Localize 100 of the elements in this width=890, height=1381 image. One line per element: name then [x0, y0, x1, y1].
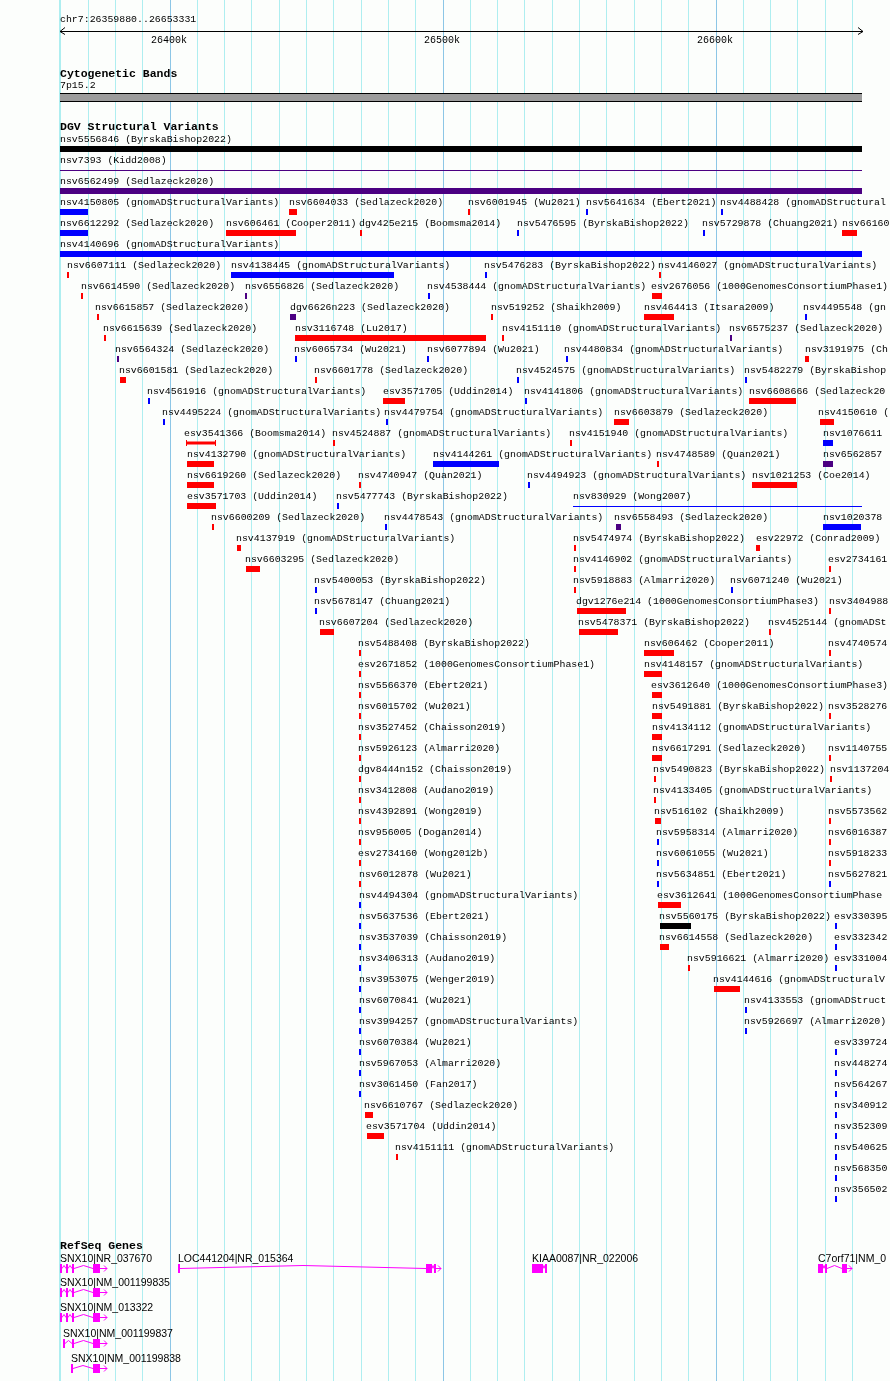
- variant-label: nsv6556826 (Sedlazeck2020): [245, 281, 400, 293]
- variant-label: esv2676056 (1000GenomesConsortiumPhase1): [651, 281, 889, 293]
- variant-label: nsv4132790 (gnomADStructuralVariants): [187, 449, 407, 461]
- variant-label: nsv4150610 (: [818, 407, 890, 419]
- variant-label: nsv4740947 (Quan2021): [358, 470, 483, 482]
- gene-model-drawing: [60, 1313, 108, 1322]
- variant-label: nsv340912: [834, 1100, 888, 1112]
- variant-label: nsv956005 (Dogan2014): [358, 827, 483, 839]
- variant-label: nsv4141806 (gnomADStructuralVariants): [524, 386, 744, 398]
- variant-label: nsv830929 (Wong2007): [573, 491, 692, 503]
- variant-label: nsv4138445 (gnomADStructuralVariants): [231, 260, 451, 272]
- variant-label: nsv4150805 (gnomADStructuralVariants): [60, 197, 280, 209]
- gene-model-drawing: [63, 1339, 108, 1348]
- variant-label: nsv6601778 (Sedlazeck2020): [314, 365, 469, 377]
- variant-label: nsv5916621 (Almarri2020): [687, 953, 830, 965]
- variant-label: nsv4137919 (gnomADStructuralVariants): [236, 533, 456, 545]
- variant-label: esv339724: [834, 1037, 888, 1049]
- variant-label: nsv464413 (Itsara2009): [644, 302, 775, 314]
- track-title: RefSeq Genes: [60, 1240, 143, 1252]
- variant-label: nsv3527452 (Chaisson2019): [358, 722, 507, 734]
- variant-label: nsv5637536 (Ebert2021): [359, 911, 490, 923]
- variant-label: nsv4478543 (gnomADStructuralVariants): [384, 512, 604, 524]
- variant-label: nsv5918233: [828, 848, 888, 860]
- variant-label: nsv6600209 (Sedlazeck2020): [211, 512, 366, 524]
- variant-label: dgv1276e214 (1000GenomesConsortiumPhase3): [576, 596, 819, 608]
- variant-label: dgv425e215 (Boomsma2014): [359, 218, 502, 230]
- variant-label: nsv4151111 (gnomADStructuralVariants): [395, 1142, 615, 1154]
- variant-label: nsv6614558 (Sedlazeck2020): [659, 932, 814, 944]
- variant-label: nsv4148157 (gnomADStructuralVariants): [644, 659, 864, 671]
- variant-label: nsv4479754 (gnomADStructuralVariants): [384, 407, 604, 419]
- variant-label: nsv5491881 (ByrskaBishop2022): [652, 701, 824, 713]
- variant-label: nsv4524575 (gnomADStructuralVariants): [516, 365, 736, 377]
- variant-label: nsv5729878 (Chuang2021): [702, 218, 839, 230]
- variant-label: nsv5967053 (Almarri2020): [359, 1058, 502, 1070]
- gene-model-drawing: [818, 1264, 853, 1273]
- variant-label: nsv519252 (Shaikh2009): [491, 302, 622, 314]
- variant-label: nsv3412808 (Audano2019): [358, 785, 495, 797]
- variant-label: nsv4525144 (gnomADSt: [768, 617, 887, 629]
- variant-label: nsv5566370 (Ebert2021): [358, 680, 489, 692]
- variant-label: nsv4144616 (gnomADStructuralV: [713, 974, 885, 986]
- variant-label: nsv6610767 (Sedlazeck2020): [364, 1100, 519, 1112]
- variant-label: nsv3061450 (Fan2017): [359, 1079, 478, 1091]
- variant-label: nsv4524887 (gnomADStructuralVariants): [332, 428, 552, 440]
- variant-label: nsv5478371 (ByrskaBishop2022): [578, 617, 750, 629]
- variant-label: nsv5474974 (ByrskaBishop2022): [573, 533, 745, 545]
- variant-label: esv3612640 (1000GenomesConsortiumPhase3): [651, 680, 889, 692]
- variant-label: nsv4494304 (gnomADStructuralVariants): [359, 890, 579, 902]
- variant-label: nsv448274: [834, 1058, 888, 1070]
- variant-label: nsv6615857 (Sedlazeck2020): [95, 302, 250, 314]
- variant-label: nsv6077894 (Wu2021): [427, 344, 540, 356]
- cytoband-label: 7p15.2: [60, 80, 96, 92]
- track-title: Cytogenetic Bands: [60, 68, 178, 80]
- variant-label: nsv606462 (Cooper2011): [644, 638, 775, 650]
- variant-label: nsv6614590 (Sedlazeck2020): [81, 281, 236, 293]
- variant-label: nsv5477743 (ByrskaBishop2022): [336, 491, 508, 503]
- variant-label: nsv1021253 (Coe2014): [752, 470, 871, 482]
- variant-label: esv2734161: [828, 554, 888, 566]
- tick-label: 26500k: [424, 35, 460, 46]
- variant-label: nsv6071240 (Wu2021): [730, 575, 843, 587]
- variant-label: nsv6607111 (Sedlazeck2020): [67, 260, 222, 272]
- variant-label: nsv6619260 (Sedlazeck2020): [187, 470, 342, 482]
- variant-label: nsv516102 (Shaikh2009): [654, 806, 785, 818]
- variant-label: nsv5634851 (Ebert2021): [656, 869, 787, 881]
- gene-label: SNX10|NM_001199835: [60, 1276, 170, 1288]
- variant-label: nsv568350: [834, 1163, 888, 1175]
- variant-label: nsv6562857: [823, 449, 883, 461]
- variant-label: nsv4146027 (gnomADStructuralVariants): [658, 260, 878, 272]
- variant-label: dgv8444n152 (Chaisson2019): [358, 764, 513, 776]
- tick-label: 26600k: [697, 35, 733, 46]
- track-title: DGV Structural Variants: [60, 121, 219, 133]
- gene-label: SNX10|NR_037670: [60, 1252, 153, 1264]
- variant-label: nsv6612292 (Sedlazeck2020): [60, 218, 215, 230]
- variant-label: nsv4495224 (gnomADStructuralVariants): [162, 407, 382, 419]
- variant-label: nsv564267: [834, 1079, 888, 1091]
- variant-label: nsv6061055 (Wu2021): [656, 848, 769, 860]
- variant-label: nsv5958314 (Almarri2020): [656, 827, 799, 839]
- variant-label: nsv3404988: [829, 596, 889, 608]
- gene-label: KIAA0087|NR_022006: [532, 1252, 639, 1264]
- variant-label: nsv352309: [834, 1121, 888, 1133]
- variant-label: esv330395: [834, 911, 888, 923]
- variant-label: nsv540625: [834, 1142, 888, 1154]
- variant-label: nsv4494923 (gnomADStructuralVariants): [527, 470, 747, 482]
- variant-label: nsv3191975 (Ch: [805, 344, 888, 356]
- location-label: chr7:26359880..26653331: [60, 14, 197, 26]
- variant-label: nsv6562499 (Sedlazeck2020): [60, 176, 215, 188]
- variant-label: nsv4748589 (Quan2021): [656, 449, 781, 461]
- gene-label: LOC441204|NR_015364: [178, 1252, 294, 1264]
- variant-label: nsv5556846 (ByrskaBishop2022): [60, 134, 232, 146]
- variant-label: nsv4495548 (gn: [803, 302, 886, 314]
- variant-label: nsv4151110 (gnomADStructuralVariants): [502, 323, 722, 335]
- variant-label: nsv4140696 (gnomADStructuralVariants): [60, 239, 280, 251]
- variant-label: nsv6608666 (Sedlazeck20: [749, 386, 886, 398]
- variant-label: nsv4740574: [828, 638, 888, 650]
- variant-label: nsv4480834 (gnomADStructuralVariants): [564, 344, 784, 356]
- variant-label: nsv6070841 (Wu2021): [359, 995, 472, 1007]
- variant-label: nsv4561916 (gnomADStructuralVariants): [147, 386, 367, 398]
- variant-label: nsv5490823 (ByrskaBishop2022): [653, 764, 825, 776]
- variant-label: nsv5476283 (ByrskaBishop2022): [484, 260, 656, 272]
- variant-label: nsv5560175 (ByrskaBishop2022): [659, 911, 831, 923]
- variant-label: nsv5573562: [828, 806, 888, 818]
